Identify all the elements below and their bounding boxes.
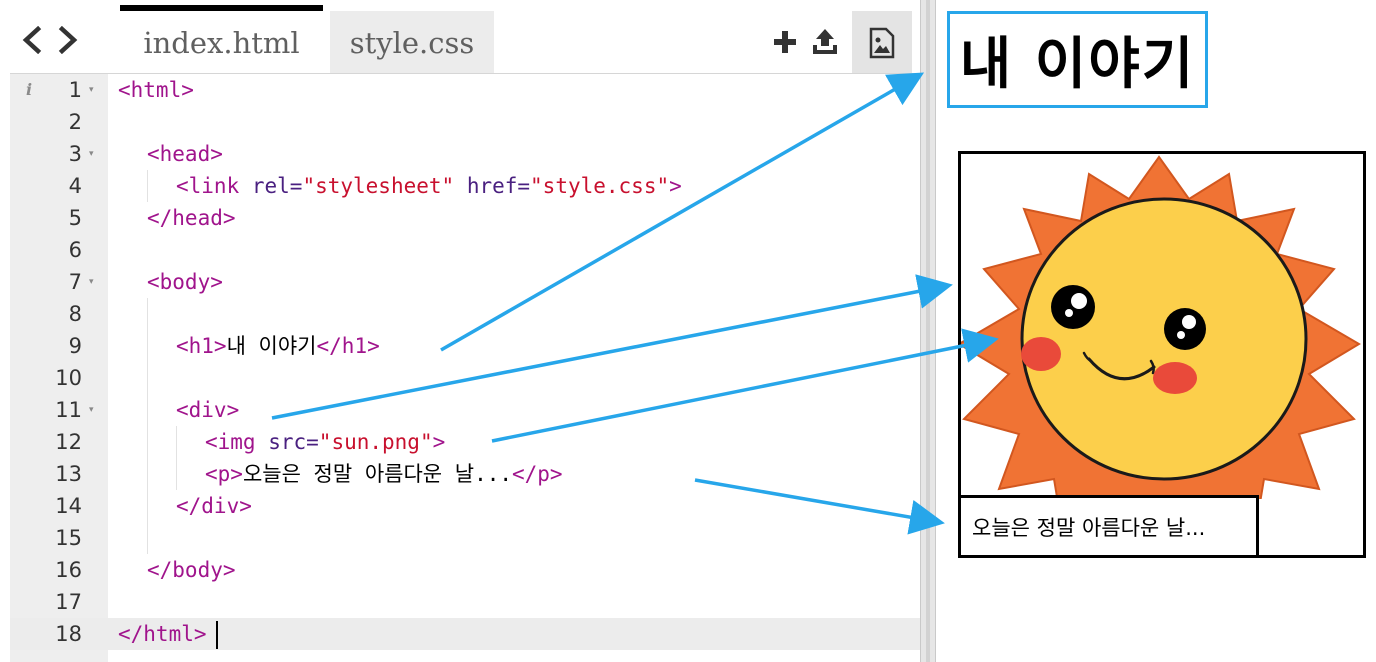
upload-icon bbox=[813, 29, 837, 54]
sun-face bbox=[1020, 197, 1308, 481]
line-number: 17 bbox=[55, 590, 82, 614]
tab-label: index.html bbox=[143, 26, 300, 60]
tab-index-html[interactable]: index.html bbox=[120, 5, 323, 75]
upload-button[interactable] bbox=[808, 24, 842, 60]
code-token-tag: <p> bbox=[205, 462, 243, 486]
preview-paragraph: 오늘은 정말 아름다운 날... bbox=[972, 515, 1206, 540]
code-line[interactable]: <h1>내 이야기</h1> bbox=[176, 330, 380, 362]
code-line[interactable]: <link rel="stylesheet" href="style.css"> bbox=[176, 170, 682, 202]
code-line[interactable]: <p>오늘은 정말 아름다운 날...</p> bbox=[205, 458, 563, 490]
code-token-attr: href= bbox=[466, 174, 531, 198]
line-number: 15 bbox=[55, 526, 82, 550]
tab-label: style.css bbox=[349, 25, 475, 60]
code-token-tag: > bbox=[432, 430, 446, 454]
line-number: 12 bbox=[55, 430, 82, 454]
code-token-tag: </p> bbox=[512, 462, 563, 486]
code-line[interactable]: <div> bbox=[176, 394, 239, 426]
pane-divider-grip[interactable] bbox=[926, 0, 930, 662]
fold-toggle-icon[interactable]: ▾ bbox=[89, 394, 99, 426]
image-icon bbox=[869, 27, 895, 58]
forward-button[interactable] bbox=[52, 20, 84, 60]
code-token-plain: 오늘은 정말 아름다운 날... bbox=[242, 462, 512, 486]
indent-guide bbox=[147, 298, 148, 554]
line-number: 7 bbox=[68, 270, 82, 294]
code-token-tag: <html> bbox=[118, 78, 194, 102]
code-token-tag: <img bbox=[205, 430, 269, 454]
preview-paragraph-box: 오늘은 정말 아름다운 날... bbox=[958, 495, 1259, 558]
right-cheek bbox=[1153, 362, 1197, 394]
tab-style-css[interactable]: style.css bbox=[330, 11, 494, 74]
line-number: 8 bbox=[68, 302, 82, 326]
code-editor: index.html style.css 1 ▾ i <html> 2 3 ▾ <head> 4… bbox=[0, 0, 920, 662]
line-number: 18 bbox=[55, 622, 82, 646]
line-number: 1 bbox=[68, 78, 82, 102]
code-line[interactable]: </html> bbox=[118, 618, 207, 650]
code-token-tag: > bbox=[669, 174, 682, 198]
line-number: 10 bbox=[55, 366, 82, 390]
left-eye bbox=[1051, 285, 1095, 329]
line-number: 3 bbox=[68, 142, 82, 166]
line-number: 13 bbox=[55, 462, 82, 486]
code-token-tag: <link bbox=[176, 174, 252, 198]
code-token-str: "stylesheet" bbox=[302, 174, 455, 198]
fold-toggle-icon[interactable]: ▾ bbox=[89, 74, 99, 106]
code-token-tag: <div> bbox=[176, 398, 240, 422]
code-token-tag: <body> bbox=[147, 270, 223, 294]
insert-image-button[interactable] bbox=[852, 11, 912, 74]
code-line[interactable]: </div> bbox=[176, 490, 252, 522]
add-file-button[interactable] bbox=[768, 24, 802, 60]
back-button[interactable] bbox=[16, 20, 48, 60]
chevron-left-icon bbox=[22, 26, 42, 54]
code-line[interactable]: <head> bbox=[147, 138, 223, 170]
chevron-right-icon bbox=[58, 26, 78, 54]
right-eye bbox=[1164, 308, 1206, 350]
preview-heading: 내 이야기 bbox=[959, 32, 1196, 97]
code-token-tag: <head> bbox=[147, 142, 223, 166]
fold-toggle-icon[interactable]: ▾ bbox=[89, 138, 99, 170]
code-token-tag: </html> bbox=[118, 622, 207, 646]
code-token-attr: src= bbox=[268, 430, 319, 454]
code-token-str: "style.css" bbox=[530, 174, 670, 198]
code-token-tag: </body> bbox=[147, 558, 236, 582]
line-number: 2 bbox=[68, 110, 82, 134]
code-token-attr: rel= bbox=[251, 174, 303, 198]
sun-image bbox=[961, 155, 1361, 499]
line-number: 6 bbox=[68, 238, 82, 262]
code-line[interactable]: <img src="sun.png"> bbox=[205, 426, 445, 458]
code-line[interactable]: <html> bbox=[118, 74, 194, 106]
left-cheek bbox=[1021, 337, 1061, 371]
line-number: 9 bbox=[68, 334, 82, 358]
line-number: 5 bbox=[68, 206, 82, 230]
code-line[interactable]: <body> bbox=[147, 266, 223, 298]
preview-heading-box: 내 이야기 bbox=[947, 11, 1208, 108]
text-cursor bbox=[216, 621, 218, 649]
code-token-tag: </head> bbox=[147, 206, 236, 230]
fold-toggle-icon[interactable]: ▾ bbox=[89, 266, 99, 298]
line-number: 4 bbox=[68, 174, 82, 198]
code-token-plain: 내 이야기 bbox=[226, 334, 317, 358]
line-number: 11 bbox=[55, 398, 82, 422]
line-number: 14 bbox=[55, 494, 82, 518]
line-number: 16 bbox=[55, 558, 82, 582]
indent-guide bbox=[147, 170, 148, 202]
code-token-str: "sun.png" bbox=[318, 430, 433, 454]
plus-icon bbox=[774, 31, 796, 53]
code-line[interactable]: </body> bbox=[147, 554, 236, 586]
code-token-tag: <h1> bbox=[176, 334, 227, 358]
code-line[interactable]: </head> bbox=[147, 202, 236, 234]
code-token-tag: </div> bbox=[176, 494, 252, 518]
indent-guide bbox=[176, 426, 177, 490]
info-icon[interactable]: i bbox=[26, 80, 32, 99]
code-token-tag: </h1> bbox=[316, 334, 380, 358]
